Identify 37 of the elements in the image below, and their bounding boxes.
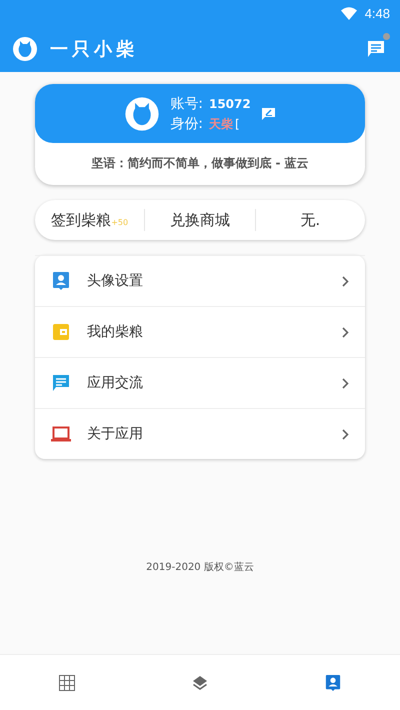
grid-icon (58, 674, 75, 690)
wifi-icon (340, 6, 357, 20)
cat-avatar-icon (12, 36, 38, 62)
chevron-right-icon (342, 378, 349, 388)
menu-item[interactable]: 我的柴粮 (35, 306, 365, 357)
chevron-right-icon (342, 276, 349, 286)
app-title: 一只小柴 (50, 38, 139, 61)
status-time: 4:48 (364, 6, 390, 20)
profile-card-icon (325, 674, 342, 692)
action-button[interactable]: 签到柴粮+50 (35, 210, 144, 230)
menu-label: 头像设置 (87, 272, 144, 290)
role-value: 天柴 (208, 116, 233, 132)
chevron-right-icon (342, 428, 349, 440)
action-button[interactable]: 无. (256, 210, 365, 230)
menu-item[interactable]: 关于应用 (35, 408, 365, 459)
reward-points-text: +50 (111, 218, 128, 226)
menu-item[interactable]: 头像设置 (35, 255, 365, 306)
chevron-right-icon (342, 326, 349, 338)
motto-text: 坚语：简约而不简单，做事做到底 - 蓝云 (90, 155, 310, 172)
role-suffix: [ (234, 116, 240, 132)
menu-label: 应用交流 (87, 374, 144, 392)
laptop-icon (51, 426, 71, 442)
message-icon (367, 40, 385, 58)
chat-icon (52, 374, 70, 392)
profile-card-icon (52, 271, 70, 291)
cat-avatar-icon (124, 96, 160, 132)
menu-label: 我的柴粮 (87, 323, 144, 341)
layers-icon (192, 674, 208, 690)
action-button[interactable]: 兑换商城 (145, 210, 255, 230)
edit-message-icon[interactable] (260, 106, 276, 120)
role-label: 身份: (170, 114, 203, 134)
wallet-icon (52, 323, 70, 341)
menu-item[interactable]: 应用交流 (35, 357, 365, 408)
account-label: 账号: (170, 94, 203, 114)
menu-label: 关于应用 (87, 425, 144, 443)
copyright-text: 2019-2020 版权©蓝云 (146, 562, 254, 573)
account-number: 15072 (208, 96, 251, 112)
